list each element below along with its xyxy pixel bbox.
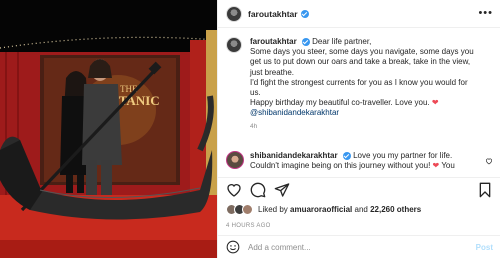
liker-avatar-3[interactable] — [242, 204, 253, 215]
caption-text-7: Happy birthday my beautiful co-traveller… — [250, 98, 432, 108]
reply-line-1: shibanidandekarakhtar Love you my partne… — [250, 151, 486, 161]
likes-text: Liked by amuaroraofficial and 22,260 oth… — [258, 205, 421, 214]
reply-line-2: Couldn't imagine being on this journey w… — [250, 161, 486, 171]
post-details-panel: faroutakhtar ••• faroutakhtar Dear life … — [217, 0, 500, 258]
heart-emoji-icon: ❤ — [431, 98, 439, 108]
likes-count[interactable]: 22,260 others — [370, 205, 421, 214]
post-header: faroutakhtar ••• — [218, 0, 500, 28]
reply-author[interactable]: shibanidandekarakhtar — [250, 151, 338, 160]
caption-line-4: just breathe. — [250, 67, 295, 77]
comments-section: faroutakhtar Dear life partner, Some day… — [218, 29, 500, 173]
emoji-smiley-icon[interactable] — [226, 240, 240, 254]
photo-illustration: THE TITANIC — [0, 0, 217, 258]
caption-line-7: Happy birthday my beautiful co-traveller… — [250, 98, 486, 108]
reply-text-1: Love you my partner for life. — [353, 151, 453, 160]
caption-body: faroutakhtar Dear life partner, Some day… — [250, 37, 486, 132]
caption-author-avatar[interactable] — [226, 37, 242, 53]
caption-line-6: us. — [250, 88, 261, 98]
liker-username[interactable]: amuaroraofficial — [290, 205, 352, 214]
likes-middle: and — [352, 205, 371, 214]
likes-row: Liked by amuaroraofficial and 22,260 oth… — [226, 204, 421, 215]
reply-author-avatar[interactable] — [226, 151, 244, 169]
caption-line-2: Some days you steer, some days you navig… — [250, 47, 474, 57]
post-comment-button[interactable]: Post — [476, 243, 493, 252]
caption-line-5: I'd fight the strongest currents for you… — [250, 77, 468, 87]
reply-text-tail: You — [439, 161, 455, 171]
share-paper-plane-icon[interactable] — [274, 182, 290, 198]
caption-line-3: get us to put down our oars and take a b… — [250, 57, 471, 67]
reply-text-2: Couldn't imagine being on this journey w… — [250, 161, 433, 171]
caption-comment: faroutakhtar Dear life partner, Some day… — [218, 37, 486, 132]
instagram-post: THE TITANIC faroutakhtar ••• faroutakhta… — [0, 0, 500, 258]
author-username[interactable]: faroutakhtar — [248, 9, 298, 19]
author-avatar[interactable] — [226, 5, 242, 22]
comment-bubble-icon[interactable] — [250, 182, 266, 198]
post-timestamp[interactable]: 4 HOURS AGO — [226, 223, 271, 229]
caption-text-1: Dear life partner, — [312, 37, 372, 46]
caption-line-1: faroutakhtar Dear life partner, — [250, 37, 486, 47]
add-comment-row: Post — [218, 235, 500, 258]
likes-prefix: Liked by — [258, 205, 291, 214]
add-comment-input[interactable] — [248, 242, 448, 252]
reply-verified-icon — [342, 151, 351, 160]
verified-badge-icon — [300, 9, 309, 18]
more-horizontal-icon[interactable]: ••• — [478, 8, 493, 19]
like-heart-icon[interactable] — [226, 182, 242, 198]
post-photo[interactable]: THE TITANIC — [0, 0, 217, 258]
save-bookmark-icon[interactable] — [477, 182, 493, 198]
caption-time[interactable]: 4h — [250, 122, 486, 132]
caption-verified-icon — [301, 37, 310, 46]
caption-mention-link[interactable]: @shibanidandekarakhtar — [250, 108, 486, 118]
reply-body: shibanidandekarakhtar Love you my partne… — [250, 151, 486, 171]
reply-comment: shibanidandekarakhtar Love you my partne… — [218, 151, 486, 171]
action-bar — [218, 177, 500, 201]
comment-like-heart-icon[interactable] — [485, 157, 493, 165]
caption-author[interactable]: faroutakhtar — [250, 37, 297, 46]
